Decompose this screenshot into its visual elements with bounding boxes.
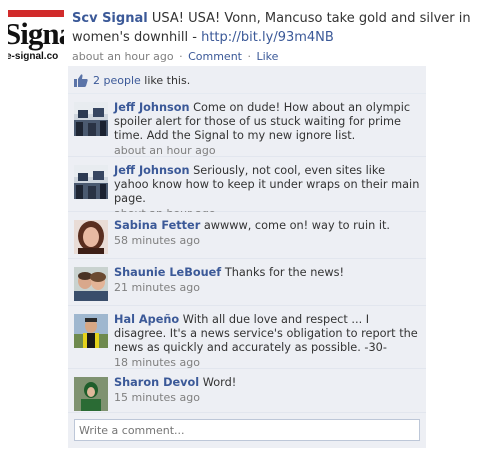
post-message: Scv Signal USA! USA! Vonn, Mancuso take … — [72, 9, 472, 47]
like-suffix: like this. — [144, 73, 191, 87]
comment-author-link[interactable]: Jeff Johnson — [114, 164, 190, 177]
post-timestamp[interactable]: about an hour ago — [72, 50, 174, 63]
post-url-link[interactable]: http://bit.ly/93m4NB — [201, 30, 334, 45]
commenter-avatar[interactable] — [74, 314, 108, 348]
comment-item: Shaunie LeBouef Thanks for the news! 21 … — [68, 259, 426, 306]
comment-timestamp: about an hour ago — [114, 144, 216, 157]
feedback-panel: 2 people like this. Jeff Johnson Come on… — [68, 66, 426, 448]
like-people-link[interactable]: 2 people — [93, 74, 141, 87]
comment-body: awwww, come on! way to ruin it. — [203, 219, 391, 232]
comment-text: Sharon Devol Word! — [114, 376, 420, 390]
comment-body: Thanks for the news! — [224, 266, 344, 279]
comment-button[interactable]: Comment — [188, 50, 242, 63]
thumbs-up-icon — [74, 73, 88, 87]
comment-author-link[interactable]: Sabina Fetter — [114, 219, 200, 232]
commenter-avatar[interactable] — [74, 220, 108, 254]
commenter-avatar[interactable] — [74, 267, 108, 301]
commenter-avatar[interactable] — [74, 165, 108, 199]
comment-text: Shaunie LeBouef Thanks for the news! — [114, 266, 420, 280]
comment-item: Jeff Johnson Come on dude! How about an … — [68, 94, 426, 157]
commenter-avatar[interactable] — [74, 102, 108, 136]
comment-author-link[interactable]: Hal Apeño — [114, 313, 179, 326]
logo-subtext: e-signal.co — [8, 51, 59, 62]
post-author-link[interactable]: Scv Signal — [72, 11, 148, 26]
comment-item: Sharon Devol Word! 15 minutes ago — [68, 369, 426, 413]
comment-item: Sabina Fetter awwww, come on! way to rui… — [68, 212, 426, 259]
comment-text: Jeff Johnson Seriously, not cool, even s… — [114, 164, 420, 206]
page-avatar-logo[interactable]: Signal e-signal.co — [8, 8, 64, 64]
comment-timestamp: 58 minutes ago — [114, 234, 200, 247]
comment-item: Jeff Johnson Seriously, not cool, even s… — [68, 157, 426, 220]
comment-item: Hal Apeño With all due love and respect … — [68, 306, 426, 369]
like-button[interactable]: Like — [257, 50, 279, 63]
comment-timestamp: 21 minutes ago — [114, 281, 200, 294]
comment-body: Word! — [202, 376, 237, 389]
post-meta: about an hour ago · Comment · Like — [72, 50, 472, 64]
meta-separator: · — [247, 50, 252, 63]
comment-text: Sabina Fetter awwww, come on! way to rui… — [114, 219, 420, 233]
comment-author-link[interactable]: Sharon Devol — [114, 376, 199, 389]
write-comment-input[interactable] — [74, 419, 420, 441]
commenter-avatar[interactable] — [74, 377, 108, 411]
logo-wordmark: Signal — [8, 16, 64, 51]
like-summary: 2 people like this. — [68, 66, 426, 94]
comment-text: Jeff Johnson Come on dude! How about an … — [114, 101, 420, 143]
comment-text: Hal Apeño With all due love and respect … — [114, 313, 420, 355]
post-body: Scv Signal USA! USA! Vonn, Mancuso take … — [72, 9, 472, 64]
comment-timestamp: 18 minutes ago — [114, 356, 200, 369]
meta-separator: · — [179, 50, 183, 63]
comment-author-link[interactable]: Jeff Johnson — [114, 101, 190, 114]
write-comment-row — [68, 413, 426, 448]
comment-timestamp: 15 minutes ago — [114, 391, 200, 404]
comment-author-link[interactable]: Shaunie LeBouef — [114, 266, 221, 279]
